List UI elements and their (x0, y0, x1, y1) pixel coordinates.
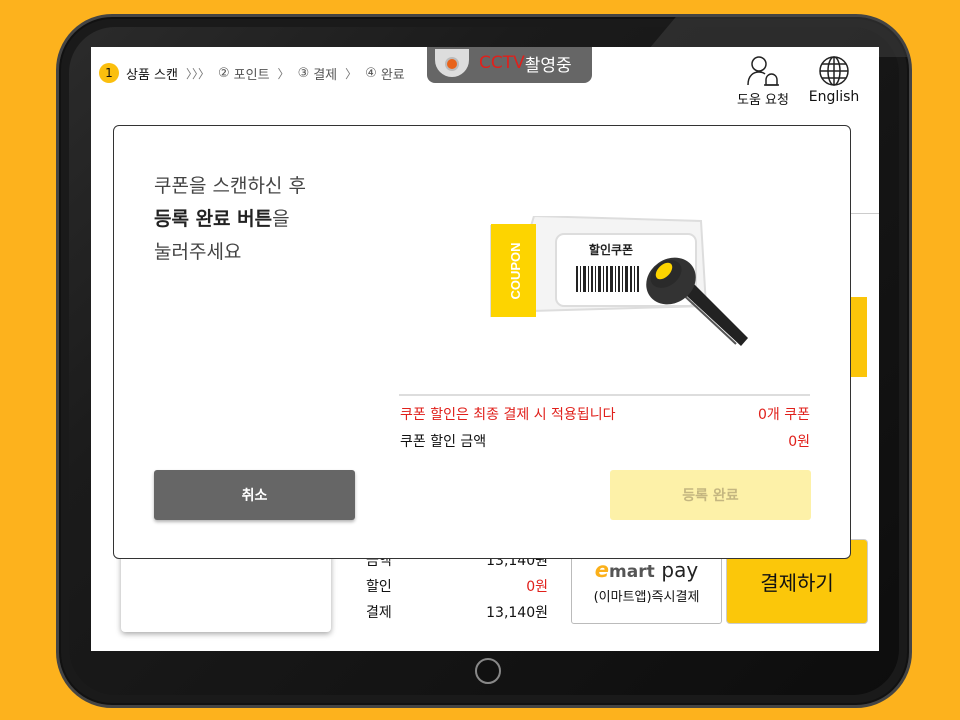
instruction-line-2: 등록 완료 버튼을 (154, 203, 306, 236)
instruction-line-3: 눌러주세요 (154, 241, 242, 263)
modal-instruction: 쿠폰을 스캔하신 후 등록 완료 버튼을 눌러주세요 (154, 170, 306, 269)
instruction-line-1: 쿠폰을 스캔하신 후 (154, 175, 306, 197)
register-complete-button[interactable]: 등록 완료 (610, 470, 811, 520)
coupon-notice: 쿠폰 할인은 최종 결제 시 적용됩니다 (400, 407, 616, 423)
globe-icon (819, 56, 849, 86)
step-4-label: 완료 (380, 67, 405, 83)
instruction-suffix: 을 (272, 208, 290, 230)
coupon-scan-modal: 쿠폰을 스캔하신 후 등록 완료 버튼을 눌러주세요 COUPON 할인쿠폰 쿠… (113, 125, 851, 559)
home-button[interactable] (475, 658, 501, 684)
summary-row-payment: 결제 13,140원 (366, 599, 548, 625)
cctv-camera-icon (435, 49, 469, 77)
language-label: English (808, 89, 860, 105)
step-separator: 〉〉〉 (185, 66, 210, 81)
kiosk-screen: 1 상품 스캔 〉〉〉 ② 포인트 〉 ③ 결제 〉 ④ 완료 CCTV 촬영중… (91, 47, 879, 651)
summary-label: 할인 (366, 579, 392, 595)
instruction-emphasis: 등록 완료 버튼 (154, 208, 273, 230)
coupon-discount-row: 쿠폰 할인 금액 0원 (400, 431, 810, 451)
help-request-button[interactable]: 도움 요청 (731, 55, 795, 108)
step-1-number: 1 (99, 63, 119, 83)
coupon-card-text: 할인쿠폰 (589, 242, 633, 257)
coupon-count: 0개 쿠폰 (758, 407, 810, 423)
step-4-number: ④ (365, 65, 377, 81)
coupon-notice-row: 쿠폰 할인은 최종 결제 시 적용됩니다 0개 쿠폰 (400, 404, 810, 424)
step-indicator: 1 상품 스캔 〉〉〉 ② 포인트 〉 ③ 결제 〉 ④ 완료 (99, 63, 405, 83)
cctv-recording-label: 촬영중 (524, 55, 572, 76)
cancel-button[interactable]: 취소 (154, 470, 355, 520)
step-separator: 〉 (277, 66, 290, 81)
emart-logo-pay: pay (661, 558, 699, 582)
language-button[interactable]: English (803, 55, 865, 105)
emart-pay-subtitle: (이마트앱)즉시결제 (593, 590, 700, 605)
help-request-label: 도움 요청 (737, 93, 789, 108)
step-separator: 〉 (345, 66, 358, 81)
emart-logo-mart: mart (609, 562, 655, 582)
step-3-number: ③ (297, 65, 310, 81)
coupon-discount-label: 쿠폰 할인 금액 (400, 434, 487, 450)
cctv-recording-badge: CCTV 촬영중 (427, 47, 592, 83)
step-3-label: 결제 (313, 67, 338, 83)
coupon-discount-value: 0원 (788, 434, 810, 450)
summary-value: 0원 (526, 579, 548, 595)
step-2-number: ② (218, 65, 230, 81)
coupon-tab-text: COUPON (508, 242, 523, 299)
step-1-label: 상품 스캔 (126, 67, 178, 83)
person-bell-icon (747, 56, 779, 86)
emart-pay-logo: emart pay (572, 558, 721, 582)
step-2-label: 포인트 (233, 67, 270, 83)
modal-divider (399, 394, 810, 396)
summary-label: 결제 (366, 605, 392, 621)
summary-row-discount: 할인 0원 (366, 573, 548, 599)
emart-logo-e: e (594, 558, 610, 582)
summary-value: 13,140원 (486, 605, 548, 621)
coupon-scan-illustration: COUPON 할인쿠폰 (490, 216, 748, 346)
cctv-label: CCTV (479, 53, 525, 73)
